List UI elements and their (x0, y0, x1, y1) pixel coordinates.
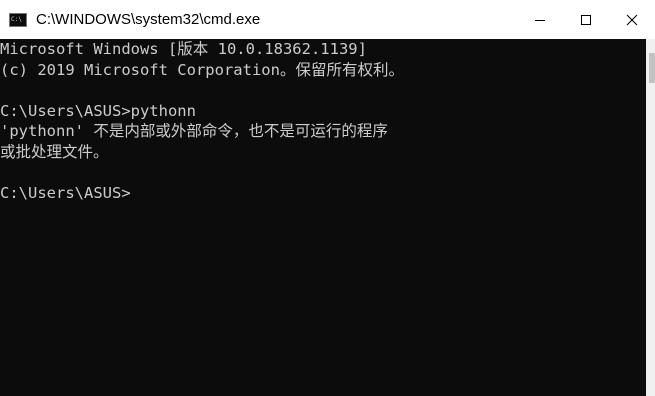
console-line: C:\Users\ASUS>pythonn (0, 101, 196, 120)
console-line: (c) 2019 Microsoft Corporation。保留所有权利。 (0, 60, 404, 79)
maximize-icon (581, 14, 591, 25)
console-line: 或批处理文件。 (0, 142, 109, 161)
close-icon (626, 14, 638, 25)
console-line: Microsoft Windows [版本 10.0.18362.1139] (0, 40, 367, 58)
maximize-button[interactable] (563, 0, 609, 39)
minimize-button[interactable] (517, 0, 563, 39)
scrollbar-track[interactable] (646, 39, 655, 396)
window-title: C:\WINDOWS\system32\cmd.exe (36, 11, 261, 28)
console-prompt-line: C:\Users\ASUS> (0, 183, 131, 202)
scrollbar-thumb[interactable] (649, 53, 655, 83)
title-bar[interactable]: C:\ C:\WINDOWS\system32\cmd.exe (0, 0, 655, 39)
vertical-scrollbar[interactable] (643, 39, 655, 396)
minimize-icon (535, 19, 545, 21)
cmd-icon: C:\ (9, 12, 27, 27)
console-output[interactable]: Microsoft Windows [版本 10.0.18362.1139] (… (0, 39, 643, 396)
console-line: 'pythonn' 不是内部或外部命令，也不是可运行的程序 (0, 122, 388, 140)
close-button[interactable] (609, 0, 655, 39)
window-controls (517, 0, 655, 39)
